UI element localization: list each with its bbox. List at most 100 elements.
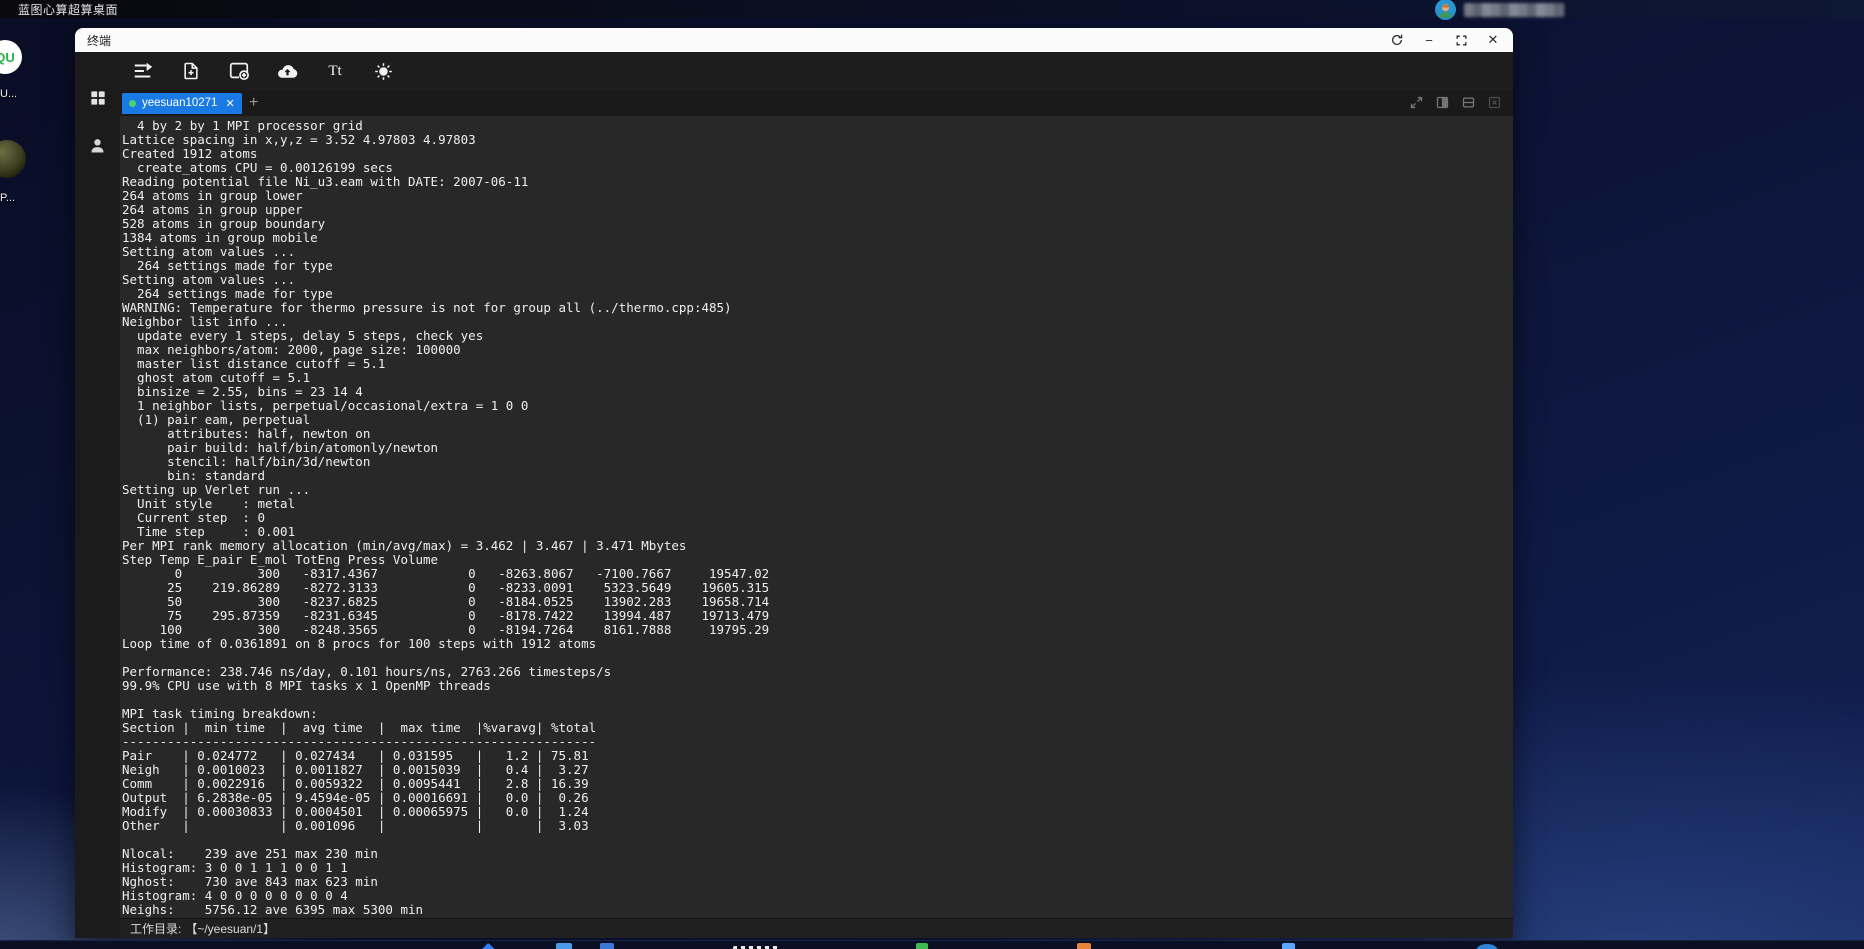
terminal-line: Current step : 0 [122, 511, 1513, 525]
taskbar-blue-app-icon[interactable] [1282, 943, 1295, 949]
user-area[interactable] [1435, 0, 1564, 20]
workdir-label: 工作目录: [130, 920, 181, 937]
split-rows-icon [1461, 95, 1476, 110]
taskbar-orange-app-icon[interactable] [1077, 943, 1091, 949]
terminal-line: master list distance cutoff = 5.1 [122, 357, 1513, 371]
maximize-button[interactable] [1453, 32, 1469, 48]
person-icon [88, 136, 107, 155]
terminal-line: Created 1912 atoms [122, 147, 1513, 161]
font-settings-button[interactable]: Tt [322, 58, 348, 84]
desktop-shortcut-sphere[interactable]: P... [0, 140, 60, 204]
theme-button[interactable] [370, 58, 396, 84]
terminal-line: attributes: half, newton on [122, 427, 1513, 441]
taskbar-window2-icon[interactable] [600, 943, 614, 949]
new-tab-button[interactable]: + [242, 93, 266, 114]
terminal-line: 1384 atoms in group mobile [122, 231, 1513, 245]
taskbar-browser-icon[interactable] [1476, 944, 1498, 949]
terminal-line: Output | 6.2838e-05 | 9.4594e-05 | 0.000… [122, 791, 1513, 805]
terminal-line: Histogram: 3 0 0 1 1 1 0 0 1 1 [122, 861, 1513, 875]
tab-close-button[interactable]: ✕ [223, 97, 234, 110]
session-list-button[interactable] [130, 58, 156, 84]
split-columns-icon [1435, 95, 1450, 110]
terminal-line: 99.9% CPU use with 8 MPI tasks x 1 OpenM… [122, 679, 1513, 693]
apps-grid-button[interactable] [87, 88, 109, 110]
status-bar: 工作目录: 【~/yeesuan/1】 [120, 918, 1513, 938]
sun-icon [373, 61, 394, 82]
maximize-icon [1455, 34, 1468, 47]
terminal-line: Other | | 0.001096 | | | 3.03 [122, 819, 1513, 833]
terminal-line: Unit style : metal [122, 497, 1513, 511]
terminal-line [122, 833, 1513, 847]
terminal-line: binsize = 2.55, bins = 23 14 4 [122, 385, 1513, 399]
split-vertical-button[interactable] [1434, 94, 1451, 111]
terminal-line [122, 693, 1513, 707]
tab-bar: yeesuan10271 ✕ + [120, 90, 1513, 116]
upload-button[interactable] [274, 58, 300, 84]
terminal-line: Neigh | 0.0010023 | 0.0011827 | 0.001503… [122, 763, 1513, 777]
left-rail [75, 52, 120, 938]
cloud-upload-icon [276, 60, 299, 83]
terminal-line: 25 219.86289 -8272.3133 0 -8233.0091 532… [122, 581, 1513, 595]
tab-tools [1408, 94, 1503, 111]
terminal-line: pair build: half/bin/atomonly/newton [122, 441, 1513, 455]
terminal-line: 264 settings made for type [122, 259, 1513, 273]
new-file-button[interactable] [178, 58, 204, 84]
new-window-icon [228, 60, 250, 82]
terminal-line: Comm | 0.0022916 | 0.0059322 | 0.0095441… [122, 777, 1513, 791]
terminal-line: WARNING: Temperature for thermo pressure… [122, 301, 1513, 315]
terminal-toolbar: Tt [120, 52, 1513, 90]
terminal-line: update every 1 steps, delay 5 steps, che… [122, 329, 1513, 343]
desktop-title: 蓝图心算超算桌面 [0, 1, 118, 18]
terminal-line: ----------------------------------------… [122, 735, 1513, 749]
terminal-line: Neighbor list info ... [122, 315, 1513, 329]
terminal-line: Loop time of 0.0361891 on 8 procs for 10… [122, 637, 1513, 651]
terminal-line: Setting atom values ... [122, 245, 1513, 259]
tab-yeesuan10271[interactable]: yeesuan10271 ✕ [122, 93, 242, 114]
terminal-line: create_atoms CPU = 0.00126199 secs [122, 161, 1513, 175]
terminal-output[interactable]: 4 by 2 by 1 MPI processor gridLattice sp… [120, 116, 1513, 918]
terminal-line: (1) pair eam, perpetual [122, 413, 1513, 427]
user-rail-button[interactable] [87, 136, 109, 158]
tab-label: yeesuan10271 [142, 97, 217, 109]
taskbar-window-icon[interactable] [556, 943, 572, 949]
terminal-line: Step Temp E_pair E_mol TotEng Press Volu… [122, 553, 1513, 567]
terminal-line: 4 by 2 by 1 MPI processor grid [122, 119, 1513, 133]
minimize-button[interactable]: − [1421, 32, 1437, 48]
window-body: Tt yeesuan10271 ✕ + [75, 52, 1513, 938]
qu-app-icon: QU [0, 40, 22, 74]
user-avatar[interactable] [1435, 0, 1456, 20]
close-pane-button[interactable] [1486, 94, 1503, 111]
taskbar-green-app-icon[interactable] [916, 943, 928, 949]
refresh-icon [1390, 33, 1404, 47]
terminal-line: Nlocal: 239 ave 251 max 230 min [122, 847, 1513, 861]
window-controls: − ✕ [1389, 32, 1501, 48]
terminal-line: bin: standard [122, 469, 1513, 483]
terminal-line: max neighbors/atom: 2000, page size: 100… [122, 343, 1513, 357]
terminal-line: Modify | 0.00030833 | 0.0004501 | 0.0006… [122, 805, 1513, 819]
taskbar [0, 940, 1864, 949]
refresh-button[interactable] [1389, 32, 1405, 48]
person-avatar-icon [1437, 2, 1454, 19]
terminal-line: Performance: 238.746 ns/day, 0.101 hours… [122, 665, 1513, 679]
terminal-window: 终端 − ✕ [75, 28, 1513, 938]
terminal-line: 0 300 -8317.4367 0 -8263.8067 -7100.7667… [122, 567, 1513, 581]
session-list-icon [132, 60, 154, 82]
desktop-shortcut-qu[interactable]: QU U... [0, 40, 60, 100]
split-horizontal-button[interactable] [1460, 94, 1477, 111]
taskbar-launcher-icon[interactable] [480, 943, 498, 949]
fullscreen-button[interactable] [1408, 94, 1425, 111]
terminal-line: 264 settings made for type [122, 287, 1513, 301]
connection-status-dot [129, 100, 136, 107]
new-window-button[interactable] [226, 58, 252, 84]
terminal-line: Per MPI rank memory allocation (min/avg/… [122, 539, 1513, 553]
close-button[interactable]: ✕ [1485, 32, 1501, 48]
grid-icon [88, 88, 108, 108]
window-titlebar[interactable]: 终端 − ✕ [75, 28, 1513, 52]
window-title: 终端 [87, 32, 111, 49]
terminal-line: 528 atoms in group boundary [122, 217, 1513, 231]
workdir-path: 【~/yeesuan/1】 [185, 920, 275, 937]
shortcut-label: P... [0, 192, 60, 204]
terminal-line: 75 295.87359 -8231.6345 0 -8178.7422 139… [122, 609, 1513, 623]
terminal-line: Histogram: 4 0 0 0 0 0 0 0 0 4 [122, 889, 1513, 903]
terminal-line: 1 neighbor lists, perpetual/occasional/e… [122, 399, 1513, 413]
